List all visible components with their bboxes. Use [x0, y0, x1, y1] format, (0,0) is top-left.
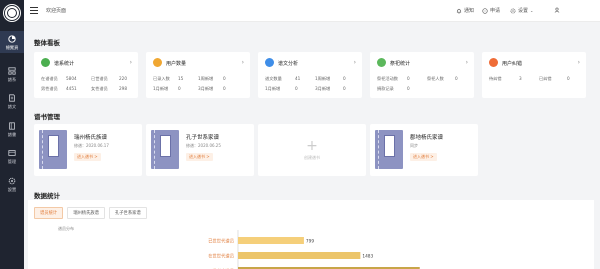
manage-icon: [8, 149, 16, 156]
sidebar-item-books[interactable]: 譜書: [0, 118, 24, 140]
feedback-label: 申请: [490, 8, 501, 14]
feedback-button[interactable]: 申请: [482, 7, 500, 14]
chevron-right-icon[interactable]: ›: [130, 59, 132, 66]
tab-confucius-lineage[interactable]: 孔子世系家谱: [108, 207, 147, 219]
user-icon: [153, 58, 162, 67]
card-title: 祭祀统计: [390, 61, 411, 67]
book-title: 郡地杨氏家谱: [410, 135, 444, 141]
chevron-right-icon[interactable]: ›: [578, 59, 580, 66]
top-bar: 欢迎页面 通知 申请 设置 ⌄: [24, 0, 600, 22]
chevron-right-icon[interactable]: ›: [466, 59, 468, 66]
sidebar-item-label: 譜文: [7, 103, 17, 109]
stat-card-texts[interactable]: 谱文分析 › 谱文数量 41 1周新增 0 1月新增 0 3月新增 0: [258, 52, 362, 98]
sidebar-item-settings[interactable]: 設置: [0, 173, 24, 195]
create-book-label: 创建谱书: [304, 155, 320, 160]
notifications-label: 通知: [464, 8, 475, 14]
dashboard-icon: [8, 34, 16, 43]
card-title: 用户数量: [166, 61, 187, 67]
book-card[interactable]: 孔子世系家谱 修谱：2020.06.25 进入谱书 >: [146, 124, 254, 176]
enter-book-button[interactable]: 进入谱书 >: [410, 153, 437, 161]
settings-icon: [8, 177, 16, 184]
book-date: 修谱：2020.06.25: [186, 143, 221, 148]
text-icon: [265, 58, 274, 67]
stats-tabs: 谱员统计 瑞州杨氏族谱 孔子世系家谱: [34, 207, 151, 219]
tab-ruizhou-yang[interactable]: 瑞州杨氏族谱: [67, 207, 105, 219]
bar-value-label: 1483: [362, 254, 373, 260]
card-title: 谱系统计: [54, 61, 75, 67]
sidebar-item-text[interactable]: 譜文: [0, 90, 24, 112]
book-title: 瑞州杨氏族谱: [74, 135, 108, 141]
bell-icon: [456, 8, 462, 13]
people-icon: [41, 58, 50, 67]
create-book-button[interactable]: + 创建谱书: [258, 124, 366, 176]
app-logo: [4, 5, 20, 21]
chevron-right-icon[interactable]: ›: [354, 59, 356, 66]
sidebar-item-label: 譜系: [7, 76, 17, 82]
user-avatar-button[interactable]: [554, 7, 562, 13]
member-distribution-chart: 已世世代谱员799在世世代谱员1483谱书内谱员2203: [208, 230, 433, 269]
chart-bar: [238, 237, 304, 244]
chart-bar: [238, 252, 361, 259]
tab-member-stats[interactable]: 谱员统计: [34, 207, 64, 219]
chevron-right-icon[interactable]: ›: [242, 59, 244, 66]
category-label: 在世世代谱员: [208, 253, 234, 260]
stat-card-lineage[interactable]: 谱系统计 › 在谱谱员 5804 已世谱员 220 男性谱员 4451 女性谱员…: [34, 52, 138, 98]
sidebar-item-lineage[interactable]: 譜系: [0, 63, 24, 85]
enter-book-button[interactable]: 进入谱书 >: [186, 153, 213, 161]
sidebar-item-label: 設置: [7, 186, 17, 192]
sidebar: 總覽頁 譜系 譜文 譜書 管理 設置: [0, 0, 24, 269]
enter-book-button[interactable]: 进入谱书 >: [74, 153, 101, 161]
sidebar-item-manage[interactable]: 管理: [0, 145, 24, 167]
menu-toggle-icon[interactable]: [30, 7, 38, 14]
settings-label: 设置: [518, 8, 529, 14]
gear-icon: [510, 8, 516, 13]
book-date: 同步: [410, 143, 418, 148]
message-icon: [482, 7, 488, 14]
notifications-button[interactable]: 通知: [456, 7, 474, 14]
book-title: 孔子世系家谱: [186, 135, 220, 141]
tree-icon: [8, 66, 16, 75]
document-icon: [9, 93, 15, 102]
sidebar-item-label: 管理: [7, 158, 17, 164]
sidebar-item-overview[interactable]: 總覽頁: [0, 31, 24, 53]
sidebar-item-label: 總覽頁: [5, 44, 19, 50]
plus-icon: +: [306, 138, 318, 154]
books-section-title: 谱书管理: [34, 113, 60, 121]
stat-card-corrections[interactable]: 用户纠错 › 待纠错 3 已纠错 0: [482, 52, 586, 98]
book-icon: [9, 121, 15, 130]
book-cover-image: [375, 130, 403, 169]
bar-value-label: 799: [306, 239, 314, 245]
stats-title: 数据统计: [34, 192, 60, 200]
card-title: 谱文分析: [278, 61, 299, 67]
book-card[interactable]: 瑞州杨氏族谱 修谱：2020.06.17 进入谱书 >: [34, 124, 142, 176]
chevron-down-icon: ⌄: [530, 8, 534, 13]
book-cover-image: [151, 130, 179, 169]
card-title: 用户纠错: [502, 61, 523, 67]
sidebar-item-label: 譜書: [7, 131, 17, 137]
category-label: 已世世代谱员: [208, 238, 234, 245]
overview-title: 整体看板: [34, 39, 60, 47]
settings-menu-button[interactable]: 设置 ⌄: [510, 7, 533, 14]
edit-icon: [489, 58, 498, 67]
book-card[interactable]: 郡地杨氏家谱 同步 进入谱书 >: [370, 124, 478, 176]
incense-icon: [377, 58, 386, 67]
stat-card-worship[interactable]: 祭祀统计 › 祭祀活动数 0 祭祀人数 0 捐款记录 0: [370, 52, 474, 98]
stats-panel: 谱员统计 瑞州杨氏族谱 孔子世系家谱 谱员分布 已世世代谱员 799 在世世代谱员 1…: [28, 200, 594, 269]
book-date: 修谱：2020.06.17: [74, 143, 109, 148]
user-icon: [554, 7, 560, 13]
breadcrumb: 欢迎页面: [46, 8, 67, 14]
stat-card-users[interactable]: 用户数量 › 已录入数 15 1周新增 0 1月新增 0 3月新增 0: [146, 52, 250, 98]
book-cover-image: [39, 130, 67, 169]
